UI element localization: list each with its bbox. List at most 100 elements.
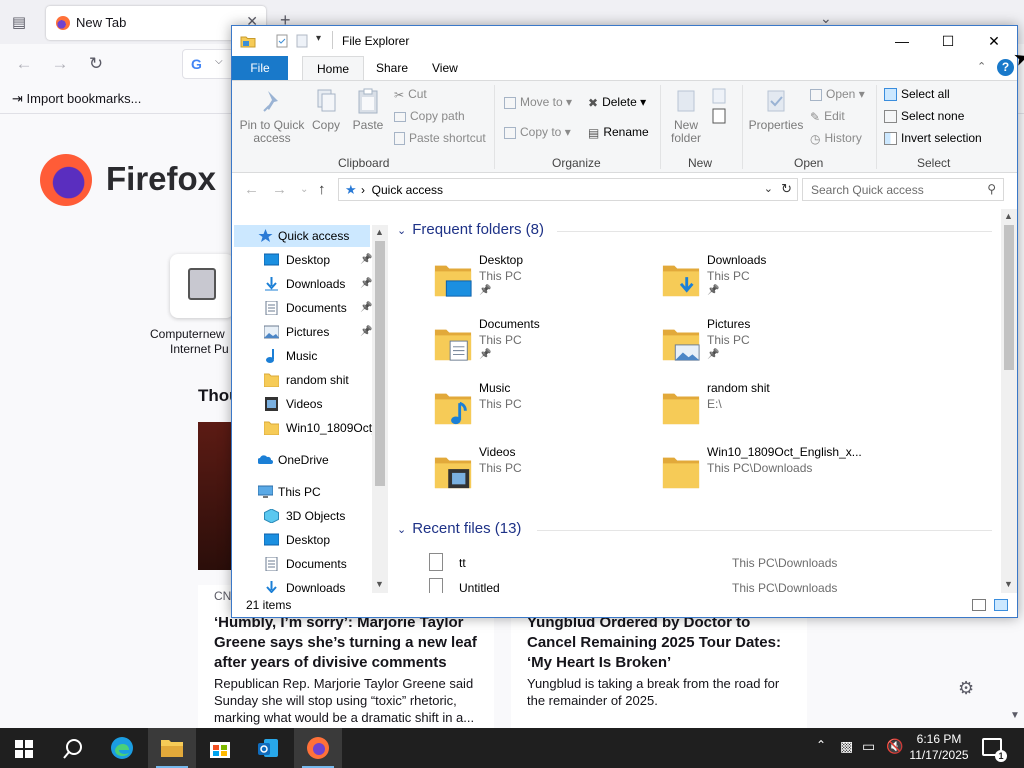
taskbar-file-explorer[interactable] <box>148 728 196 768</box>
copy-to-button[interactable]: Copy to ▾ <box>504 125 571 139</box>
pin-to-quick-access-button[interactable]: Pin to Quick access <box>238 87 306 145</box>
nav-item-desktop[interactable]: Desktop <box>234 529 370 551</box>
recent-locations-icon[interactable]: ⌄ <box>300 184 308 195</box>
history-button[interactable]: ◷ History <box>810 131 862 146</box>
content-scrollbar-thumb[interactable] <box>1004 225 1014 370</box>
top-site-shortcut[interactable] <box>170 254 234 318</box>
details-view-icon[interactable] <box>972 599 986 611</box>
back-icon[interactable]: ← <box>244 181 259 198</box>
google-icon: G <box>191 56 202 72</box>
start-button[interactable] <box>0 728 48 768</box>
nav-item-random-shit[interactable]: random shit <box>234 369 370 391</box>
open-button[interactable]: Open ▾ <box>810 87 865 101</box>
properties-button[interactable]: Properties <box>746 87 806 132</box>
title-bar[interactable]: ▾ File Explorer — ☐ ✕ <box>232 26 1017 56</box>
move-to-button[interactable]: Move to ▾ <box>504 95 572 109</box>
copy-button[interactable]: Copy <box>310 87 342 132</box>
search-button[interactable] <box>48 728 96 768</box>
taskbar-edge[interactable] <box>98 728 146 768</box>
new-folder-qat-icon[interactable] <box>294 33 310 49</box>
maximize-button[interactable]: ☐ <box>925 26 971 56</box>
tab-overview-icon[interactable]: ▤ <box>8 12 30 34</box>
large-icons-view-icon[interactable] <box>994 599 1008 611</box>
nav-item-downloads[interactable]: Downloads 📌 <box>234 273 372 295</box>
search-input[interactable]: Search Quick access ⚲ <box>802 178 1004 201</box>
collapse-ribbon-icon[interactable]: ⌃ <box>977 60 986 73</box>
show-hidden-icons-icon[interactable]: ⌃ <box>816 738 826 752</box>
nav-item-documents[interactable]: Documents 📌 <box>234 297 372 319</box>
new-item-icon[interactable] <box>710 87 730 127</box>
taskbar-firefox[interactable] <box>294 728 342 768</box>
scroll-up-icon[interactable]: ▲ <box>1004 211 1013 221</box>
folder-tile[interactable]: Videos This PC <box>433 445 653 505</box>
paste-button[interactable]: Paste <box>350 87 386 132</box>
edit-button[interactable]: ✎ Edit <box>810 109 845 124</box>
recent-files-header[interactable]: ⌄ Recent files (13) <box>397 520 521 540</box>
folder-tile[interactable]: random shit E:\ <box>661 381 881 441</box>
invert-selection-button[interactable]: Invert selection <box>884 131 982 146</box>
nav-item-desktop[interactable]: Desktop 📌 <box>234 249 372 271</box>
address-bar[interactable]: ★ › Quick access ⌄ ↻ <box>338 178 798 201</box>
frequent-folders-header[interactable]: ⌄ Frequent folders (8) <box>397 221 544 241</box>
scroll-down-icon[interactable]: ▼ <box>375 579 384 589</box>
folder-tile[interactable]: Pictures This PC 📌 <box>661 317 881 377</box>
search-icon: ⚲ <box>987 182 996 196</box>
reload-icon[interactable]: ↻ <box>84 54 108 74</box>
cut-button[interactable]: ✂ Cut <box>394 87 427 102</box>
nav-item-documents[interactable]: Documents <box>234 553 370 575</box>
forward-icon[interactable]: → <box>48 54 72 74</box>
tab-share[interactable]: Share <box>362 56 422 80</box>
folder-tile[interactable]: Documents This PC 📌 <box>433 317 653 377</box>
recent-file-row[interactable]: Untitled This PC\Downloads <box>429 576 999 593</box>
nav-item-music[interactable]: Music <box>234 345 370 367</box>
new-folder-button[interactable]: New folder <box>666 87 706 145</box>
tab-view[interactable]: View <box>418 56 472 80</box>
nav-item-this-pc[interactable]: This PC <box>234 481 370 503</box>
select-all-button[interactable]: Select all <box>884 87 950 102</box>
nav-item-3d-objects[interactable]: 3D Objects <box>234 505 370 527</box>
back-icon[interactable]: ← <box>12 54 36 74</box>
up-icon[interactable]: ↑ <box>318 181 326 198</box>
gear-icon[interactable]: ⚙ <box>958 678 974 699</box>
folder-tile[interactable]: Desktop This PC 📌 <box>433 253 653 313</box>
tab-home[interactable]: Home <box>302 56 365 81</box>
properties-qat-icon[interactable] <box>274 33 290 49</box>
forward-icon[interactable]: → <box>272 181 287 198</box>
import-bookmarks-link[interactable]: ⇥ Import bookmarks... <box>12 91 141 107</box>
recent-file-row[interactable]: tt This PC\Downloads <box>429 551 999 575</box>
nav-scrollbar-thumb[interactable] <box>375 241 385 486</box>
meet-now-icon[interactable]: ▩ <box>840 738 853 755</box>
folder-tile[interactable]: Downloads This PC 📌 <box>661 253 881 313</box>
content-scrollbar[interactable]: ▲ ▼ <box>1001 209 1017 593</box>
copy-path-button[interactable]: Copy path <box>394 109 465 123</box>
customize-qat-icon[interactable]: ▾ <box>316 33 321 44</box>
delete-button[interactable]: ✖ Delete ▾ <box>588 95 646 110</box>
nav-item-pictures[interactable]: Pictures 📌 <box>234 321 372 343</box>
rename-button[interactable]: ▤ Rename <box>588 125 649 140</box>
select-none-button[interactable]: Select none <box>884 109 964 124</box>
paste-shortcut-button[interactable]: Paste shortcut <box>394 131 486 146</box>
tab-file[interactable]: File <box>232 56 288 80</box>
nav-item-videos[interactable]: Videos <box>234 393 370 415</box>
nav-item-downloads[interactable]: Downloads <box>234 577 370 593</box>
chevron-down-icon[interactable]: ⌄ <box>764 182 773 195</box>
scroll-down-icon[interactable]: ▼ <box>1010 710 1020 721</box>
breadcrumb-quick-access[interactable]: Quick access <box>372 183 443 197</box>
help-icon[interactable]: ? <box>997 59 1014 76</box>
scroll-down-icon[interactable]: ▼ <box>1004 579 1013 589</box>
nav-item-quick-access[interactable]: Quick access <box>234 225 370 247</box>
network-icon[interactable]: ▭ <box>862 738 875 755</box>
nav-scrollbar[interactable]: ▲ ▼ <box>372 225 388 593</box>
minimize-button[interactable]: — <box>879 26 925 56</box>
taskbar-outlook[interactable] <box>244 728 292 768</box>
volume-muted-icon[interactable]: 🔇 <box>886 738 903 755</box>
nav-item-win10-1809oct-[interactable]: Win10_1809Oct_ <box>234 417 379 439</box>
scroll-up-icon[interactable]: ▲ <box>375 227 384 237</box>
nav-item-onedrive[interactable]: OneDrive <box>234 449 370 471</box>
taskbar-store[interactable] <box>196 728 244 768</box>
group-clipboard-label: Clipboard <box>338 156 390 170</box>
folder-tile[interactable]: Music This PC <box>433 381 653 441</box>
clock[interactable]: 6:16 PM 11/17/2025 <box>904 731 974 763</box>
folder-tile[interactable]: Win10_1809Oct_English_x... This PC\Downlo… <box>661 445 881 505</box>
refresh-icon[interactable]: ↻ <box>781 181 792 197</box>
